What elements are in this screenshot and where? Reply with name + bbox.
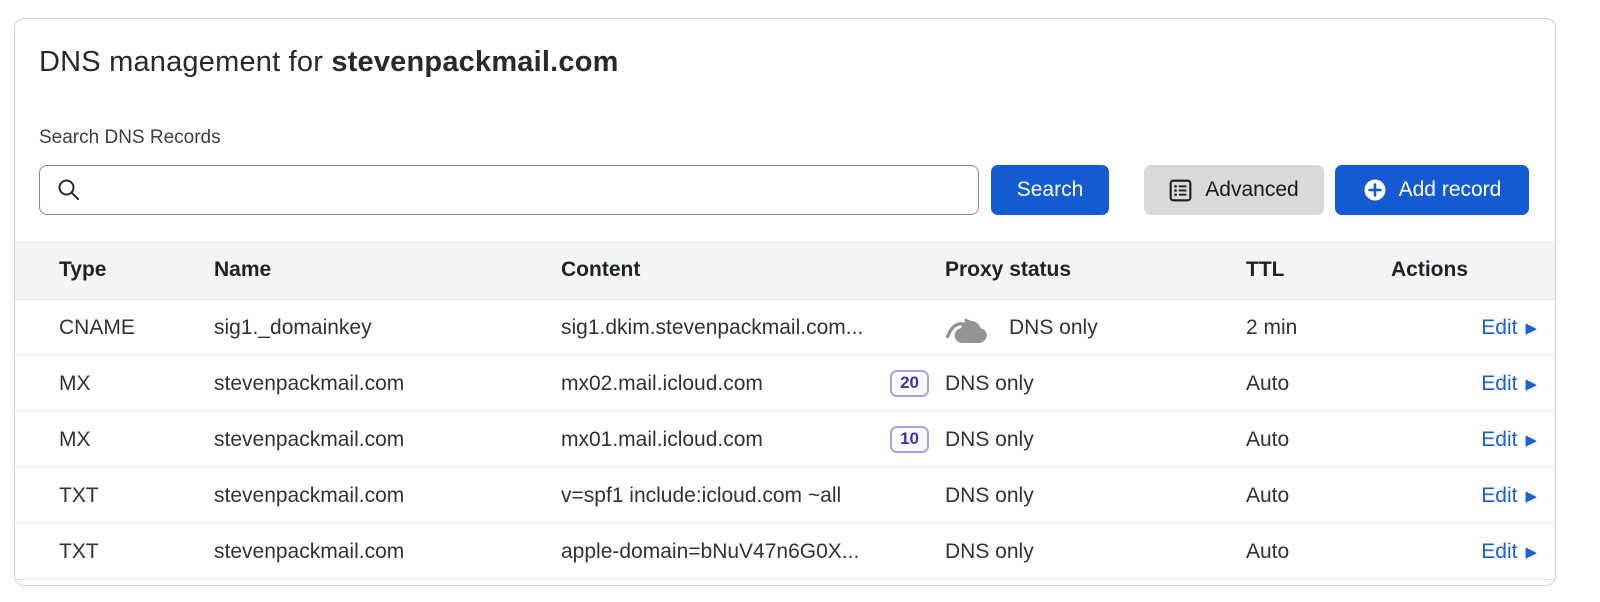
record-content-text: mx01.mail.icloud.com	[561, 428, 763, 452]
record-ttl: 2 min	[1246, 316, 1391, 340]
edit-record-link[interactable]: Edit ▶	[1481, 372, 1537, 396]
edit-label: Edit	[1481, 428, 1517, 452]
record-content: apple-domain=bNuV47n6G0X...	[561, 540, 945, 564]
record-ttl: Auto	[1246, 484, 1391, 508]
table-row: CNAME sig1._domainkey sig1.dkim.stevenpa…	[15, 299, 1555, 355]
column-header-name: Name	[214, 258, 561, 282]
column-header-actions: Actions	[1391, 258, 1555, 282]
edit-arrow-icon: ▶	[1525, 433, 1537, 448]
search-input-wrap	[39, 165, 979, 215]
page-title: DNS management for stevenpackmail.com	[39, 45, 1529, 79]
dns-management-card: DNS management for stevenpackmail.com Se…	[14, 18, 1556, 586]
record-content: sig1.dkim.stevenpackmail.com...	[561, 316, 945, 340]
table-row: TXT stevenpackmail.com v=spf1 include:ic…	[15, 467, 1555, 523]
record-content-text: apple-domain=bNuV47n6G0X...	[561, 540, 859, 564]
record-name: sig1._domainkey	[214, 316, 561, 340]
edit-arrow-icon: ▶	[1525, 489, 1537, 504]
dns-only-cloud-icon	[945, 311, 992, 344]
search-toolbar: Search Advanced	[39, 165, 1529, 215]
record-name: stevenpackmail.com	[214, 540, 561, 564]
edit-label: Edit	[1481, 316, 1517, 340]
record-proxy-status: DNS only	[945, 372, 1246, 396]
list-icon	[1169, 179, 1192, 202]
record-name: stevenpackmail.com	[214, 484, 561, 508]
proxy-status-text: DNS only	[945, 372, 1034, 396]
record-name: stevenpackmail.com	[214, 428, 561, 452]
table-row: MX stevenpackmail.com mx02.mail.icloud.c…	[15, 355, 1555, 411]
record-actions: Edit ▶	[1481, 428, 1555, 452]
column-header-type: Type	[59, 258, 214, 282]
advanced-button-label: Advanced	[1205, 178, 1298, 202]
record-content-text: v=spf1 include:icloud.com ~all	[561, 484, 841, 508]
record-proxy-status: DNS only	[945, 540, 1246, 564]
record-type: MX	[59, 428, 214, 452]
column-header-ttl: TTL	[1246, 258, 1391, 282]
search-button[interactable]: Search	[991, 165, 1109, 215]
proxy-status-text: DNS only	[945, 484, 1034, 508]
page-title-prefix: DNS management for	[39, 46, 331, 78]
edit-label: Edit	[1481, 372, 1517, 396]
table-row: TXT stevenpackmail.com apple-domain=bNuV…	[15, 523, 1555, 579]
search-input[interactable]	[39, 165, 979, 215]
record-proxy-status: DNS only	[945, 311, 1246, 344]
edit-record-link[interactable]: Edit ▶	[1481, 540, 1537, 564]
edit-record-link[interactable]: Edit ▶	[1481, 484, 1537, 508]
edit-record-link[interactable]: Edit ▶	[1481, 428, 1537, 452]
table-header-row: Type Name Content Proxy status TTL Actio…	[15, 241, 1555, 299]
search-icon	[56, 177, 82, 203]
priority-badge: 20	[890, 370, 929, 397]
domain-name: stevenpackmail.com	[331, 46, 618, 78]
record-type: TXT	[59, 540, 214, 564]
record-ttl: Auto	[1246, 372, 1391, 396]
proxy-status-text: DNS only	[1009, 316, 1098, 340]
plus-circle-icon	[1363, 178, 1387, 202]
search-label: Search DNS Records	[39, 127, 1529, 149]
record-ttl: Auto	[1246, 540, 1391, 564]
edit-arrow-icon: ▶	[1525, 321, 1537, 336]
record-content: v=spf1 include:icloud.com ~all	[561, 484, 945, 508]
add-record-button-label: Add record	[1399, 178, 1502, 202]
edit-label: Edit	[1481, 484, 1517, 508]
table-row: MX stevenpackmail.com mx01.mail.icloud.c…	[15, 411, 1555, 467]
column-header-proxy-status: Proxy status	[945, 258, 1246, 282]
record-actions: Edit ▶	[1481, 484, 1555, 508]
edit-label: Edit	[1481, 540, 1517, 564]
dns-records-table: Type Name Content Proxy status TTL Actio…	[15, 241, 1555, 580]
record-proxy-status: DNS only	[945, 484, 1246, 508]
add-record-button[interactable]: Add record	[1335, 165, 1529, 215]
record-content-text: mx02.mail.icloud.com	[561, 372, 763, 396]
record-actions: Edit ▶	[1481, 540, 1555, 564]
proxy-status-text: DNS only	[945, 428, 1034, 452]
record-type: TXT	[59, 484, 214, 508]
record-ttl: Auto	[1246, 428, 1391, 452]
table-body: CNAME sig1._domainkey sig1.dkim.stevenpa…	[15, 299, 1555, 580]
edit-record-link[interactable]: Edit ▶	[1481, 316, 1537, 340]
priority-badge: 10	[890, 426, 929, 453]
record-type: CNAME	[59, 316, 214, 340]
proxy-status-text: DNS only	[945, 540, 1034, 564]
column-header-content: Content	[561, 258, 945, 282]
edit-arrow-icon: ▶	[1525, 377, 1537, 392]
record-name: stevenpackmail.com	[214, 372, 561, 396]
record-proxy-status: DNS only	[945, 428, 1246, 452]
advanced-button[interactable]: Advanced	[1144, 165, 1324, 215]
record-actions: Edit ▶	[1481, 316, 1555, 340]
record-actions: Edit ▶	[1481, 372, 1555, 396]
edit-arrow-icon: ▶	[1525, 545, 1537, 560]
record-type: MX	[59, 372, 214, 396]
record-content-text: sig1.dkim.stevenpackmail.com...	[561, 316, 863, 340]
record-content: mx02.mail.icloud.com 20	[561, 370, 945, 397]
record-content: mx01.mail.icloud.com 10	[561, 426, 945, 453]
